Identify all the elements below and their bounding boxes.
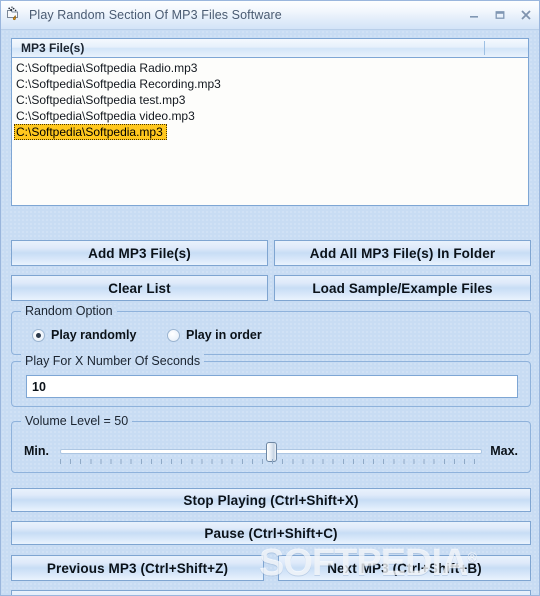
list-item[interactable]: C:\Softpedia\Softpedia Radio.mp3 (14, 59, 528, 75)
list-rows: C:\Softpedia\Softpedia Radio.mp3 C:\Soft… (12, 58, 528, 140)
radio-button-icon[interactable] (32, 328, 45, 342)
mp3-folder-icon (6, 6, 24, 24)
radio-play-in-order[interactable]: Play in order (167, 328, 262, 342)
delete-current-mp3-button[interactable]: Delete Current MP3 File To Recycling Bin (11, 590, 531, 595)
list-item-path: C:\Softpedia\Softpedia.mp3 (14, 124, 167, 140)
next-mp3-button[interactable]: Next MP3 (Ctrl+Shift+B) (278, 555, 531, 581)
minimize-icon[interactable] (461, 2, 487, 28)
volume-max-label: Max. (490, 444, 518, 458)
list-item-path: C:\Softpedia\Softpedia test.mp3 (16, 93, 186, 107)
window-title: Play Random Section Of MP3 Files Softwar… (29, 8, 282, 22)
clear-list-button[interactable]: Clear List (11, 275, 268, 301)
volume-slider-ticks (60, 459, 482, 464)
list-item[interactable]: C:\Softpedia\Softpedia test.mp3 (14, 91, 528, 107)
play-seconds-group-title: Play For X Number Of Seconds (21, 354, 205, 368)
application-window: Play Random Section Of MP3 Files Softwar… (0, 0, 540, 596)
close-icon[interactable] (513, 2, 539, 28)
add-mp3-files-button[interactable]: Add MP3 File(s) (11, 240, 268, 266)
radio-play-in-order-label: Play in order (186, 328, 262, 342)
list-item-selected[interactable]: C:\Softpedia\Softpedia.mp3 (14, 123, 528, 140)
column-header-label: MP3 File(s) (21, 41, 85, 55)
volume-level-group-title: Volume Level = 50 (21, 414, 133, 428)
list-column-header[interactable]: MP3 File(s) (12, 39, 528, 58)
list-item[interactable]: C:\Softpedia\Softpedia Recording.mp3 (14, 75, 528, 91)
maximize-icon[interactable] (487, 2, 513, 28)
radio-play-randomly[interactable]: Play randomly (32, 328, 136, 342)
play-seconds-group: Play For X Number Of Seconds (11, 354, 531, 407)
load-sample-files-button[interactable]: Load Sample/Example Files (274, 275, 531, 301)
random-option-group-title: Random Option (21, 304, 117, 318)
radio-button-icon[interactable] (167, 328, 180, 342)
add-all-mp3-in-folder-button[interactable]: Add All MP3 File(s) In Folder (274, 240, 531, 266)
title-bar[interactable]: Play Random Section Of MP3 Files Softwar… (1, 1, 539, 30)
volume-min-label: Min. (24, 444, 49, 458)
radio-play-randomly-label: Play randomly (51, 328, 137, 342)
previous-mp3-button[interactable]: Previous MP3 (Ctrl+Shift+Z) (11, 555, 264, 581)
list-item[interactable]: C:\Softpedia\Softpedia video.mp3 (14, 107, 528, 123)
volume-slider[interactable] (60, 440, 482, 466)
dialog-client-area: MP3 File(s) C:\Softpedia\Softpedia Radio… (1, 30, 539, 595)
pause-button[interactable]: Pause (Ctrl+Shift+C) (11, 521, 531, 545)
list-item-path: C:\Softpedia\Softpedia Recording.mp3 (16, 77, 221, 91)
list-item-path: C:\Softpedia\Softpedia Radio.mp3 (16, 61, 198, 75)
mp3-file-list[interactable]: MP3 File(s) C:\Softpedia\Softpedia Radio… (11, 38, 529, 206)
seconds-input[interactable] (26, 375, 518, 398)
volume-level-group: Volume Level = 50 Min. Max. (11, 414, 531, 473)
list-item-path: C:\Softpedia\Softpedia video.mp3 (16, 109, 195, 123)
stop-playing-button[interactable]: Stop Playing (Ctrl+Shift+X) (11, 488, 531, 512)
random-option-group: Random Option Play randomly Play in orde… (11, 304, 531, 355)
column-resize-handle[interactable] (484, 41, 485, 55)
